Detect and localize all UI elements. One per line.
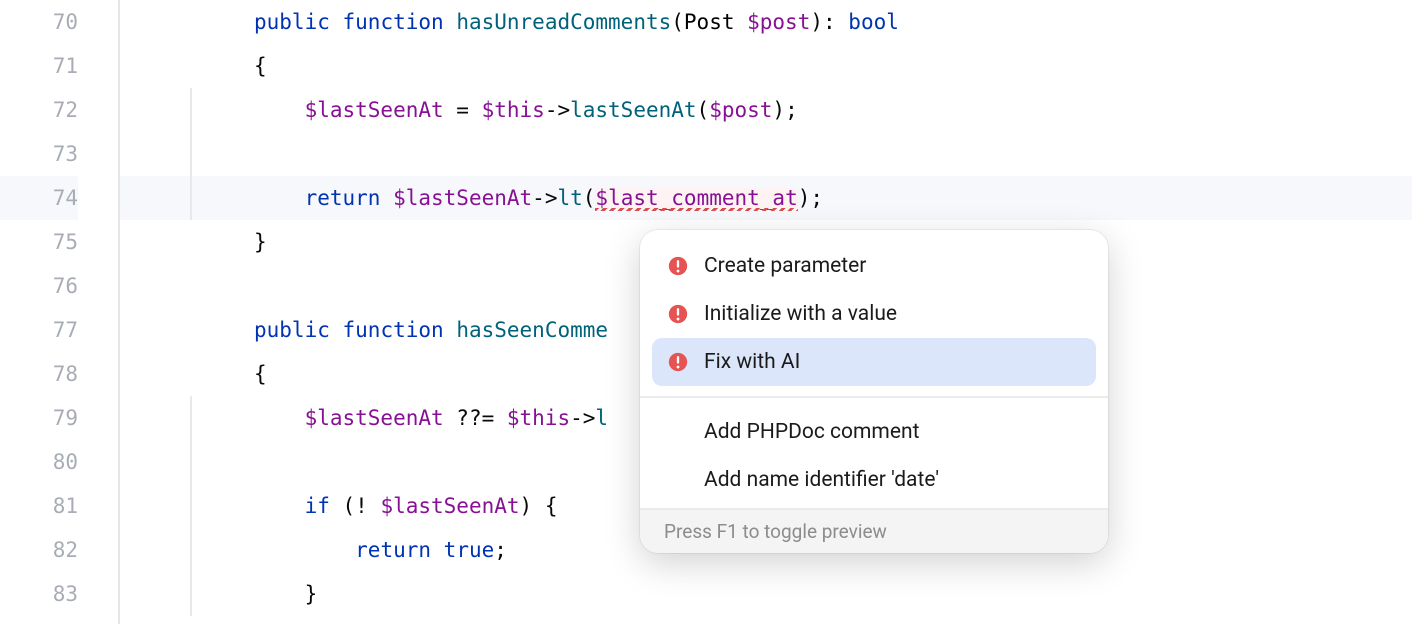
indent-guide (190, 528, 192, 572)
popup-secondary-section: Add PHPDoc comment Add name identifier 'd… (640, 404, 1108, 508)
code-token: Post (684, 12, 747, 33)
code-token: : (823, 12, 848, 33)
code-token: -> (570, 408, 595, 429)
code-token: ??= (444, 408, 507, 429)
code-token: public (254, 320, 343, 341)
code-token: { (254, 56, 267, 77)
code-token: bool (848, 12, 899, 33)
code-token: } (254, 232, 267, 253)
code-token: $this (482, 100, 545, 121)
code-token: ( (583, 188, 596, 209)
code-line[interactable]: $lastSeenAt = $this->lastSeenAt($post); (120, 88, 1412, 132)
intention-action-label: Initialize with a value (704, 304, 897, 325)
code-token: } (305, 584, 318, 605)
line-number: 79 (0, 396, 78, 440)
code-token: $lastSeenAt (380, 496, 519, 517)
code-token: true (444, 540, 495, 561)
intention-action-item[interactable]: Create parameter (652, 242, 1096, 290)
indent-guide (190, 132, 192, 176)
line-number: 77 (0, 308, 78, 352)
code-token: function (343, 12, 457, 33)
code-token: ); (798, 188, 823, 209)
line-number: 74 (0, 176, 78, 220)
code-token: $post (709, 100, 772, 121)
code-line[interactable]: return $lastSeenAt->lt($last_comment_at)… (120, 176, 1412, 220)
code-token: $lastSeenAt (305, 408, 444, 429)
intention-action-label: Add name identifier 'date' (704, 470, 939, 491)
intention-action-item[interactable]: Initialize with a value (652, 290, 1096, 338)
popup-primary-section: Create parameter Initialize with a value F… (640, 238, 1108, 390)
code-token: ( (671, 12, 684, 33)
intention-action-label: Fix with AI (704, 352, 800, 373)
line-number: 72 (0, 88, 78, 132)
code-area[interactable]: public function hasUnreadComments(Post $… (120, 0, 1412, 624)
code-token: return (355, 540, 444, 561)
error-bulb-icon (666, 256, 690, 276)
code-line[interactable] (120, 132, 1412, 176)
indent-guide (190, 440, 192, 484)
code-token: { (254, 364, 267, 385)
code-line[interactable]: } (120, 572, 1412, 616)
code-token: return (305, 188, 394, 209)
code-token: (! (343, 496, 381, 517)
intention-actions-popup: Create parameter Initialize with a value F… (640, 230, 1108, 553)
code-token: ) (810, 12, 823, 33)
code-token: ) { (520, 496, 558, 517)
code-token: l (595, 408, 608, 429)
intention-action-item[interactable]: Fix with AI (652, 338, 1096, 386)
intention-action-item[interactable]: Add name identifier 'date' (652, 456, 1096, 504)
code-line[interactable]: public function hasUnreadComments(Post $… (120, 0, 1412, 44)
code-token: = (444, 100, 482, 121)
code-token: $lastSeenAt (305, 100, 444, 121)
line-number: 76 (0, 264, 78, 308)
code-token: $post (747, 12, 810, 33)
indent-guide (190, 176, 192, 220)
line-number: 73 (0, 132, 78, 176)
code-token: $this (507, 408, 570, 429)
code-token: -> (532, 188, 557, 209)
indent-guide (190, 88, 192, 132)
code-token: function (343, 320, 457, 341)
indent-guide (190, 396, 192, 440)
error-bulb-icon (666, 304, 690, 324)
intention-action-label: Add PHPDoc comment (704, 422, 919, 443)
code-token: $last_comment_at (595, 188, 797, 209)
intention-action-label: Create parameter (704, 256, 866, 277)
code-line[interactable]: { (120, 44, 1412, 88)
line-number: 82 (0, 528, 78, 572)
error-bulb-icon (666, 352, 690, 372)
line-number: 80 (0, 440, 78, 484)
code-token: hasSeenComme (456, 320, 608, 341)
popup-footer-hint: Press F1 to toggle preview (640, 508, 1108, 553)
line-number: 81 (0, 484, 78, 528)
code-token: -> (545, 100, 570, 121)
line-number: 78 (0, 352, 78, 396)
indent-guide (190, 484, 192, 528)
indent-guide (190, 572, 192, 616)
code-token: hasUnreadComments (456, 12, 671, 33)
code-token: public (254, 12, 343, 33)
code-token: lastSeenAt (570, 100, 696, 121)
code-token: lt (557, 188, 582, 209)
code-token: if (305, 496, 343, 517)
code-token: ; (494, 540, 507, 561)
code-token: ); (772, 100, 797, 121)
line-number: 70 (0, 0, 78, 44)
line-number: 75 (0, 220, 78, 264)
intention-action-item[interactable]: Add PHPDoc comment (652, 408, 1096, 456)
line-number: 71 (0, 44, 78, 88)
line-number-gutter: 7071727374757677787980818283 (0, 0, 120, 624)
code-token: $lastSeenAt (393, 188, 532, 209)
code-token: ( (697, 100, 710, 121)
popup-divider (640, 396, 1108, 398)
line-number: 83 (0, 572, 78, 616)
code-editor: 7071727374757677787980818283 public func… (0, 0, 1412, 624)
